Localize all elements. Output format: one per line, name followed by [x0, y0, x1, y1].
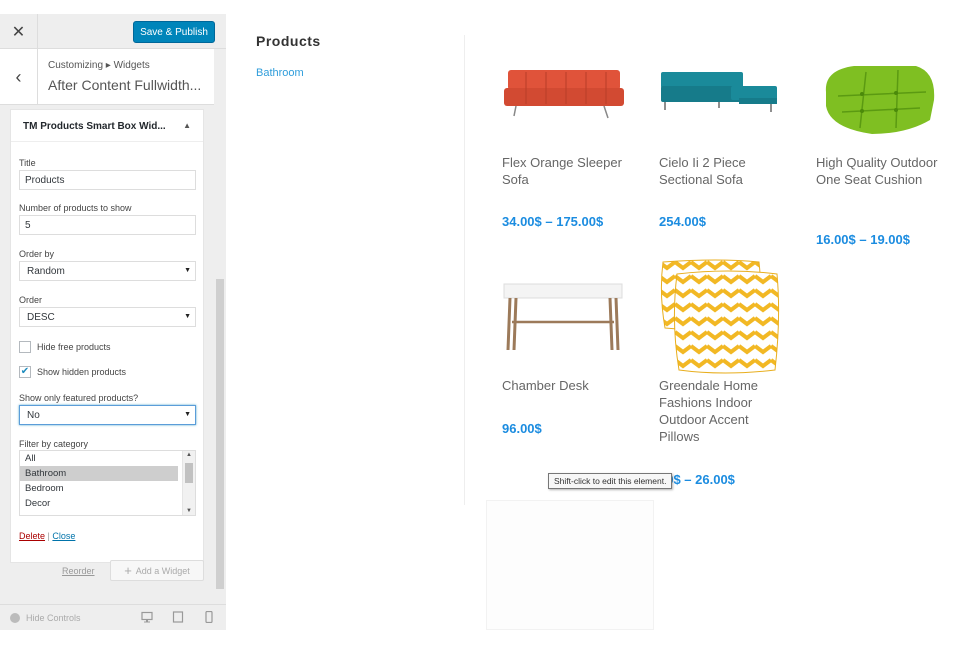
save-publish-button[interactable]: Save & Publish — [133, 21, 215, 43]
product-name[interactable]: Greendale Home Fashions Indoor Outdoor A… — [659, 377, 789, 445]
desktop-preview-icon[interactable] — [141, 611, 153, 623]
hide-controls-button[interactable]: Hide Controls — [10, 613, 81, 623]
desk-image[interactable] — [502, 282, 627, 362]
breadcrumb: Customizing ▸ Widgets — [48, 60, 150, 71]
count-label: Number of products to show — [19, 203, 132, 213]
yellow-chevron-pillows-image[interactable] — [659, 258, 781, 376]
orderby-value: Random — [27, 266, 65, 277]
product-name[interactable]: Chamber Desk — [502, 377, 632, 394]
reorder-link[interactable]: Reorder — [62, 566, 95, 576]
category-listbox[interactable]: All Bathroom Bedroom Decor ▲ ▼ — [19, 450, 196, 516]
checkmark-icon: ✔ — [20, 366, 30, 377]
customizer-sidebar: ✕ Save & Publish ‹ Customizing ▸ Widgets… — [0, 14, 226, 630]
chevron-left-icon: ‹ — [15, 66, 22, 87]
products-smart-box-widget: TM Products Smart Box Wid... ▲ Title Pro… — [10, 109, 204, 563]
section-title: After Content Fullwidth... — [48, 77, 202, 93]
hide-controls-label: Hide Controls — [26, 613, 81, 623]
scrollbar-thumb[interactable] — [185, 463, 193, 483]
order-select[interactable]: DESC ▼ — [19, 307, 196, 327]
product-price: 254.00$ — [659, 214, 706, 229]
product-name[interactable]: High Quality Outdoor One Seat Cushion — [816, 154, 946, 188]
category-option[interactable]: All — [20, 451, 195, 466]
edit-tooltip: Shift-click to edit this element. — [548, 473, 673, 489]
widget-actions: Delete | Close — [19, 531, 75, 541]
product-price: 16.00$ – 19.00$ — [816, 232, 910, 247]
orderby-select[interactable]: Random ▼ — [19, 261, 196, 281]
section-header: ‹ Customizing ▸ Widgets After Content Fu… — [0, 49, 214, 105]
category-option-selected[interactable]: Bathroom — [20, 466, 178, 481]
customizer-header: ✕ Save & Publish — [0, 14, 226, 49]
widget-preview-title: Products — [256, 33, 321, 49]
hide-free-label: Hide free products — [37, 342, 111, 352]
category-option[interactable]: Bedroom — [20, 481, 195, 496]
widget-header[interactable]: TM Products Smart Box Wid... ▲ — [11, 110, 203, 142]
green-cushion-image[interactable] — [816, 62, 941, 142]
show-hidden-label: Show hidden products — [37, 367, 127, 377]
scroll-down-icon[interactable]: ▼ — [186, 508, 192, 514]
close-link[interactable]: Close — [52, 531, 75, 541]
plus-icon: + — [124, 563, 132, 578]
product-name[interactable]: Cielo Ii 2 Piece Sectional Sofa — [659, 154, 789, 188]
collapse-caret-icon[interactable]: ▲ — [183, 121, 191, 130]
title-input[interactable]: Products — [19, 170, 196, 190]
product-name[interactable]: Flex Orange Sleeper Sofa — [502, 154, 632, 188]
divider — [464, 35, 465, 505]
widget-title: TM Products Smart Box Wid... — [23, 121, 166, 132]
back-button[interactable]: ‹ — [0, 49, 38, 105]
product-price: 34.00$ – 175.00$ — [502, 214, 604, 229]
delete-link[interactable]: Delete — [19, 531, 45, 541]
dropdown-arrow-icon: ▼ — [184, 267, 191, 274]
add-widget-label: Add a Widget — [135, 565, 190, 576]
hide-free-checkbox[interactable] — [19, 341, 31, 353]
teal-sectional-sofa-image[interactable] — [659, 62, 784, 142]
featured-select[interactable]: No ▼ — [19, 405, 196, 425]
featured-value: No — [27, 410, 40, 421]
order-value: DESC — [27, 312, 55, 323]
add-widget-button[interactable]: + Add a Widget — [110, 560, 204, 581]
category-link[interactable]: Bathroom — [256, 67, 304, 79]
customizer-footer: Hide Controls — [0, 604, 226, 630]
close-icon: ✕ — [11, 23, 26, 41]
close-customizer-button[interactable]: ✕ — [0, 14, 38, 49]
order-label: Order — [19, 295, 43, 305]
collapse-arrow-icon — [10, 613, 20, 623]
orderby-label: Order by — [19, 249, 55, 259]
featured-label: Show only featured products? — [19, 393, 139, 403]
dropdown-arrow-icon: ▼ — [184, 411, 191, 418]
orange-sofa-image[interactable] — [502, 62, 627, 142]
category-filter-label: Filter by category — [19, 439, 89, 449]
mobile-preview-icon[interactable] — [203, 611, 215, 623]
scroll-up-icon[interactable]: ▲ — [186, 452, 192, 458]
title-label: Title — [19, 158, 36, 168]
tablet-preview-icon[interactable] — [172, 611, 184, 623]
product-price: 96.00$ — [502, 421, 542, 436]
sidebar-scrollbar[interactable] — [214, 49, 226, 609]
customizer-app: ✕ Save & Publish ‹ Customizing ▸ Widgets… — [0, 0, 978, 645]
sidebar-scrollbar-thumb[interactable] — [216, 279, 224, 589]
show-hidden-checkbox[interactable]: ✔ — [19, 366, 31, 378]
separator: | — [47, 531, 50, 541]
listbox-scrollbar[interactable]: ▲ ▼ — [182, 451, 195, 515]
product-count-input[interactable]: 5 — [19, 215, 196, 235]
placeholder-panel — [486, 500, 654, 630]
category-option[interactable]: Decor — [20, 496, 195, 511]
dropdown-arrow-icon: ▼ — [184, 313, 191, 320]
